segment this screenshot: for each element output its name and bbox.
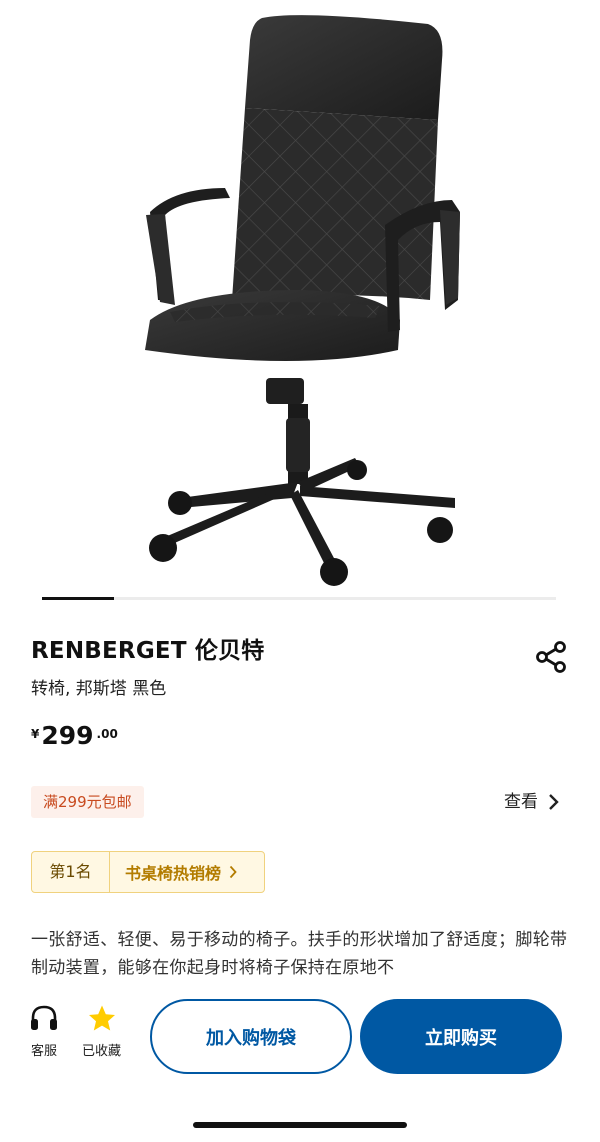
- customer-service-label: 客服: [30, 1044, 57, 1059]
- view-link-label: 查看: [504, 792, 538, 812]
- bottom-action-bar: 客服 已收藏 加入购物袋 立即购买: [0, 982, 600, 1142]
- product-price: ¥ 299 .00: [31, 721, 118, 751]
- view-promotion-link[interactable]: 查看: [504, 788, 560, 816]
- home-indicator: [193, 1122, 407, 1128]
- product-title: RENBERGET 伦贝特: [31, 638, 265, 664]
- price-integer: 299: [41, 721, 94, 750]
- buy-now-button[interactable]: 立即购买: [360, 999, 562, 1074]
- ranking-list-name: 书桌椅热销榜: [125, 864, 222, 883]
- gallery-progress-indicator: [42, 597, 114, 600]
- gallery-progress-track: [42, 597, 556, 600]
- add-to-cart-button[interactable]: 加入购物袋: [150, 999, 352, 1074]
- share-icon: [536, 641, 566, 673]
- chair-product-image: [145, 15, 460, 586]
- product-title-row: RENBERGET 伦贝特: [31, 636, 571, 673]
- product-description: 一张舒适、轻便、易于移动的椅子。扶手的形状增加了舒适度；脚轮带制动装置，能够在你…: [31, 930, 568, 978]
- chevron-right-icon: [229, 865, 237, 879]
- share-button[interactable]: [531, 638, 571, 676]
- headset-icon: [31, 1005, 57, 1030]
- product-subtitle: 转椅, 邦斯塔 黑色: [31, 679, 167, 699]
- ranking-badge[interactable]: 第1名 书桌椅热销榜: [31, 851, 265, 893]
- favorite-label: 已收藏: [82, 1044, 122, 1059]
- ranking-list-link[interactable]: 书桌椅热销榜: [110, 860, 237, 884]
- star-icon: [88, 1005, 115, 1031]
- chevron-right-icon: [548, 793, 560, 811]
- product-image-gallery[interactable]: [0, 0, 600, 596]
- ranking-position: 第1名: [32, 852, 110, 892]
- price-decimal: .00: [96, 727, 118, 741]
- price-currency: ¥: [31, 727, 40, 741]
- customer-service-button[interactable]: 客服: [29, 1004, 59, 1059]
- free-shipping-badge: 满299元包邮: [31, 786, 144, 818]
- favorite-button[interactable]: 已收藏: [82, 1004, 121, 1059]
